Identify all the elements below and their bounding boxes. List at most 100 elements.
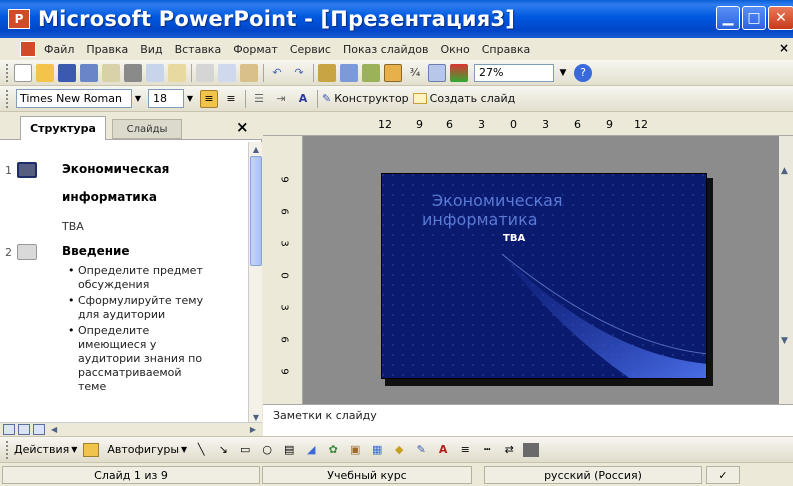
slide-subtitle[interactable]: ТВА xyxy=(503,233,525,244)
diagram-icon[interactable]: ✿ xyxy=(325,443,341,457)
outline-slide-title[interactable]: Введение xyxy=(62,244,130,258)
wordart-icon[interactable]: ◢ xyxy=(303,443,319,457)
redo-icon[interactable]: ↷ xyxy=(290,64,308,82)
numbering-icon[interactable]: ☰ xyxy=(250,90,268,108)
menu-slideshow[interactable]: Показ слайдов xyxy=(343,43,429,56)
size-dropdown-arrow[interactable]: ▼ xyxy=(184,89,196,108)
close-document-icon[interactable]: × xyxy=(779,41,789,55)
dropdown-arrow-icon[interactable]: ▼ xyxy=(181,445,187,454)
dropdown-arrow-icon[interactable]: ▼ xyxy=(71,445,77,454)
select-objects-icon[interactable] xyxy=(83,442,100,457)
help-icon[interactable]: ? xyxy=(574,63,592,82)
outline-bullet[interactable]: имеющиеся у xyxy=(78,338,156,352)
slide-sorter-view-icon[interactable] xyxy=(18,424,30,435)
menu-view[interactable]: Вид xyxy=(140,43,162,56)
outline-scrollbar[interactable]: ▲ ▼ xyxy=(248,142,262,424)
tab-slides[interactable]: Слайды xyxy=(112,119,182,139)
outline-bullet[interactable]: обсуждения xyxy=(78,278,149,292)
indent-icon[interactable]: ⇥ xyxy=(272,90,290,108)
align-center-icon[interactable]: ≡ xyxy=(222,90,240,108)
status-design-template[interactable]: Учебный курс xyxy=(262,466,472,484)
outline-bullet[interactable]: Сформулируйте тему xyxy=(78,294,203,308)
expand-all-icon[interactable] xyxy=(384,63,402,82)
normal-view-icon[interactable] xyxy=(3,424,15,435)
menu-format[interactable]: Формат xyxy=(233,43,278,56)
outline-bullet[interactable]: рассматриваемой xyxy=(78,366,182,380)
font-dropdown-arrow[interactable]: ▼ xyxy=(132,89,144,108)
close-pane-icon[interactable]: × xyxy=(236,118,249,136)
shadow-icon[interactable] xyxy=(523,442,540,457)
slide-title[interactable]: Экономическая xyxy=(432,191,563,210)
actions-menu[interactable]: Действия xyxy=(14,443,69,456)
preview-icon[interactable] xyxy=(146,63,164,82)
zoom-select[interactable]: 27% xyxy=(474,63,554,82)
scroll-thumb[interactable] xyxy=(250,156,262,266)
zoom-dropdown-arrow[interactable]: ▼ xyxy=(556,64,570,82)
outline-bullet[interactable]: Определите предмет xyxy=(78,264,203,278)
powerpoint-icon[interactable]: P xyxy=(8,9,30,29)
new-slide-button[interactable]: Создать слайд xyxy=(412,92,515,105)
line-icon[interactable]: ╲ xyxy=(193,443,209,457)
menu-file[interactable]: Файл xyxy=(44,43,74,56)
menu-help[interactable]: Справка xyxy=(482,43,530,56)
open-icon[interactable] xyxy=(36,63,54,82)
scroll-up-arrow-icon[interactable]: ▲ xyxy=(781,166,788,176)
cut-icon[interactable] xyxy=(196,63,214,82)
toolbar-grip[interactable] xyxy=(6,63,10,82)
undo-icon[interactable]: ↶ xyxy=(268,64,286,82)
oval-icon[interactable]: ○ xyxy=(259,443,275,457)
align-left-icon[interactable]: ≡ xyxy=(200,89,218,108)
toolbar-grip[interactable] xyxy=(6,89,10,108)
picture-icon[interactable]: ▦ xyxy=(369,443,385,457)
menu-tools[interactable]: Сервис xyxy=(290,43,331,56)
show-formatting-icon[interactable]: ¾ xyxy=(406,64,424,82)
new-icon[interactable] xyxy=(14,63,32,82)
status-language[interactable]: русский (Россия) xyxy=(484,466,702,484)
slideshow-view-icon[interactable] xyxy=(33,424,45,435)
insert-chart-icon[interactable] xyxy=(318,63,336,82)
textbox-icon[interactable]: ▤ xyxy=(281,443,297,457)
document-icon[interactable] xyxy=(20,41,36,57)
font-color-icon[interactable]: A xyxy=(294,90,312,108)
arrow-style-icon[interactable]: ⇄ xyxy=(501,443,517,457)
line-style-icon[interactable]: ≡ xyxy=(457,443,473,457)
fill-color-icon[interactable]: ◆ xyxy=(391,443,407,457)
menu-insert[interactable]: Вставка xyxy=(175,43,222,56)
font-name-select[interactable]: Times New Roman xyxy=(16,89,132,108)
outline-bullet[interactable]: аудитории знания по xyxy=(78,352,202,366)
slide-scrollbar[interactable]: ▲ ▼ xyxy=(779,136,793,404)
scroll-up-arrow-icon[interactable]: ▲ xyxy=(249,142,263,156)
paste-icon[interactable] xyxy=(240,63,258,82)
print-icon[interactable] xyxy=(124,63,142,82)
tab-outline[interactable]: Структура xyxy=(20,116,106,140)
minimize-button[interactable]: ▁ xyxy=(716,6,740,30)
menu-window[interactable]: Окно xyxy=(441,43,470,56)
outline-bullet[interactable]: Определите xyxy=(78,324,149,338)
font-size-select[interactable]: 18 xyxy=(148,89,184,108)
slide-canvas[interactable]: Экономическая информатика ТВА xyxy=(381,173,707,379)
spelling-icon[interactable] xyxy=(168,63,186,82)
permission-icon[interactable] xyxy=(80,63,98,82)
save-icon[interactable] xyxy=(58,63,76,82)
toolbar-grip[interactable] xyxy=(6,440,10,459)
rectangle-icon[interactable]: ▭ xyxy=(237,443,253,457)
spelling-status-icon[interactable]: ✓ xyxy=(706,466,740,484)
outline-bullet[interactable]: теме xyxy=(78,380,106,394)
menu-edit[interactable]: Правка xyxy=(86,43,128,56)
slide-thumbnail-icon[interactable] xyxy=(17,244,37,260)
dash-style-icon[interactable]: ┅ xyxy=(479,443,495,457)
outline-content[interactable]: 1 Экономическая информатика ТВА 2 Введен… xyxy=(0,142,250,422)
notes-pane[interactable]: Заметки к слайду xyxy=(263,404,793,436)
arrow-icon[interactable]: ↘ xyxy=(215,443,231,457)
insert-table-icon[interactable] xyxy=(340,63,358,82)
color-grayscale-icon[interactable] xyxy=(450,63,468,82)
slide-title[interactable]: информатика xyxy=(422,210,538,229)
email-icon[interactable] xyxy=(102,63,120,82)
notes-placeholder[interactable]: Заметки к слайду xyxy=(273,409,377,422)
maximize-button[interactable]: □ xyxy=(742,6,766,30)
scroll-left-arrow-icon[interactable]: ◀ xyxy=(51,425,57,434)
line-color-icon[interactable]: ✎ xyxy=(413,443,429,457)
font-color-icon[interactable]: A xyxy=(435,443,451,457)
outline-subtitle[interactable]: ТВА xyxy=(62,220,84,233)
close-button[interactable]: ✕ xyxy=(768,6,793,30)
